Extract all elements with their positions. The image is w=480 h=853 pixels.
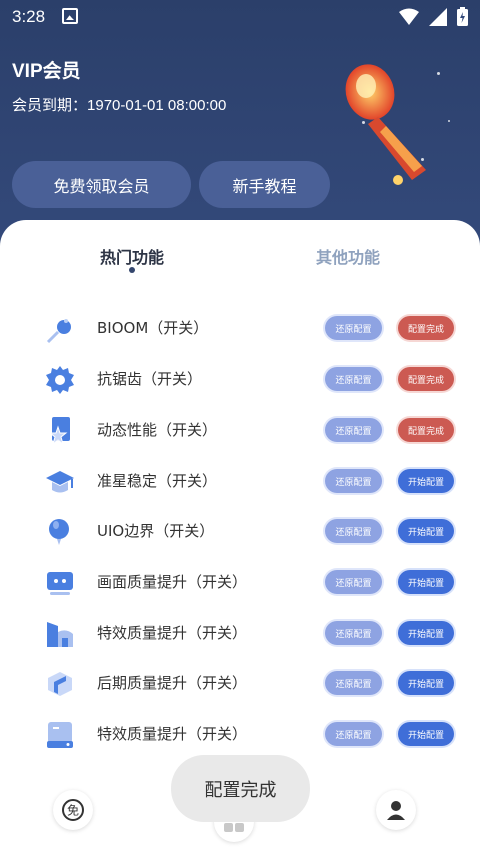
restore-config-button[interactable]: 还原配置 (325, 418, 382, 442)
feature-label: UIO边界（开关） (97, 522, 215, 540)
star-decoration (448, 120, 450, 122)
start-config-button[interactable]: 开始配置 (398, 570, 454, 594)
device-icon (47, 722, 73, 748)
status-bar: 3:28 (0, 0, 480, 34)
feature-label: 抗锯齿（开关） (97, 370, 203, 388)
expire-value: 1970-01-01 08:00:00 (87, 97, 227, 114)
restore-config-button[interactable]: 还原配置 (325, 316, 382, 340)
free-badge-icon: 免 (62, 799, 84, 821)
wifi-icon (399, 8, 419, 25)
feature-row: 动态性能（开关） 还原配置 配置完成 (0, 408, 480, 458)
toast-message: 配置完成 (171, 755, 310, 822)
restore-config-button[interactable]: 还原配置 (325, 722, 382, 746)
feature-label: 动态性能（开关） (97, 421, 218, 439)
monitor-icon (47, 572, 73, 595)
feature-row: 准星稳定（开关） 还原配置 开始配置 (0, 459, 480, 509)
vip-title: VIP会员 (12, 61, 81, 82)
feature-label: 特效质量提升（开关） (97, 624, 248, 642)
feature-label: 准星稳定（开关） (97, 472, 218, 490)
start-config-button[interactable]: 开始配置 (398, 671, 454, 695)
balloon-icon (49, 519, 69, 545)
star-bookmark-icon (48, 417, 70, 446)
feature-row: 抗锯齿（开关） 还原配置 配置完成 (0, 357, 480, 407)
restore-config-button[interactable]: 还原配置 (325, 367, 382, 391)
restore-config-button[interactable]: 还原配置 (325, 671, 382, 695)
user-icon (387, 801, 405, 820)
restore-config-button[interactable]: 还原配置 (325, 469, 382, 493)
signal-icon (429, 7, 447, 26)
nav-profile-button[interactable] (376, 790, 416, 830)
gear-icon (46, 366, 74, 394)
feature-row: BIOOM（开关） 还原配置 配置完成 (0, 306, 480, 356)
nav-free-button[interactable]: 免 (53, 790, 93, 830)
free-vip-button[interactable]: 免费领取会员 (12, 161, 191, 208)
feature-row: 特效质量提升（开关） 还原配置 开始配置 (0, 611, 480, 661)
start-config-button[interactable]: 开始配置 (398, 621, 454, 645)
restore-config-button[interactable]: 还原配置 (325, 570, 382, 594)
header: 3:28 VIP会员 会员到期：1970-01-01 08:00:00 免费领取… (0, 0, 480, 240)
start-config-button[interactable]: 开始配置 (398, 519, 454, 543)
start-config-button[interactable]: 开始配置 (398, 722, 454, 746)
config-done-button[interactable]: 配置完成 (398, 418, 454, 442)
config-done-button[interactable]: 配置完成 (398, 367, 454, 391)
vip-expire-text: 会员到期：1970-01-01 08:00:00 (12, 94, 226, 115)
cube-icon (48, 672, 72, 696)
building-icon (47, 622, 73, 647)
feature-row: 后期质量提升（开关） 还原配置 开始配置 (0, 661, 480, 711)
start-config-button[interactable]: 开始配置 (398, 469, 454, 493)
tab-hot-features[interactable]: 热门功能 (100, 244, 164, 268)
system-icons (399, 7, 468, 26)
graduation-cap-icon (46, 471, 74, 493)
image-notification-icon (62, 8, 78, 24)
feature-row: 画面质量提升（开关） 还原配置 开始配置 (0, 560, 480, 610)
toggle-knob-icon (46, 319, 71, 344)
feature-label: 后期质量提升（开关） (97, 674, 248, 692)
feature-row: UIO边界（开关） 还原配置 开始配置 (0, 509, 480, 559)
config-done-button[interactable]: 配置完成 (398, 316, 454, 340)
feature-label: 画面质量提升（开关） (97, 573, 248, 591)
sky-lantern-illustration (345, 64, 426, 185)
restore-config-button[interactable]: 还原配置 (325, 519, 382, 543)
star-decoration (437, 72, 440, 75)
status-time: 3:28 (12, 7, 46, 26)
expire-label: 会员到期： (12, 97, 88, 114)
tab-other-features[interactable]: 其他功能 (316, 244, 380, 268)
battery-charging-icon (457, 7, 468, 26)
free-badge-text: 免 (67, 803, 79, 818)
restore-config-button[interactable]: 还原配置 (325, 621, 382, 645)
feature-label: 特效质量提升（开关） (97, 725, 248, 743)
feature-label: BIOOM（开关） (97, 319, 209, 337)
active-tab-indicator (129, 267, 135, 273)
tutorial-button[interactable]: 新手教程 (199, 161, 330, 208)
